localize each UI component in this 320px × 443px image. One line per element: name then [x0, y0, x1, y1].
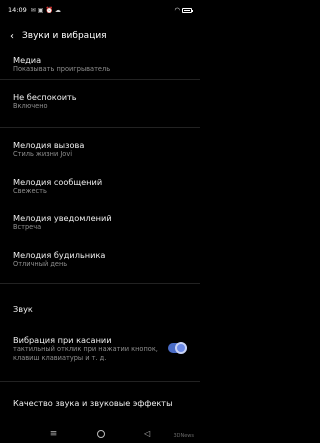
status-time: 14:09	[8, 6, 27, 14]
divider	[0, 79, 200, 80]
list-item-notification-tone[interactable]: Мелодия уведомлений Встреча	[13, 213, 193, 232]
list-item-label: Качество звука и звуковые эффекты	[13, 398, 173, 408]
menu-icon[interactable]: ≡	[50, 429, 58, 439]
page-title: Звуки и вибрация	[22, 31, 107, 41]
list-item-sub: Стиль жизни Jovi	[13, 150, 73, 158]
wifi-icon: ◠	[174, 6, 180, 14]
list-item-message-tone[interactable]: Мелодия сообщений Свежесть	[13, 177, 193, 196]
notification-icons: ✉ ▣ ⏰ ☁	[31, 7, 61, 14]
status-right: ◠	[174, 6, 193, 14]
list-item-dnd[interactable]: Не беспокоить Включено	[13, 92, 193, 111]
list-item-sound-quality[interactable]: Качество звука и звуковые эффекты	[13, 398, 193, 408]
image-icon: ▣	[37, 6, 44, 14]
back-arrow-icon[interactable]: ‹	[10, 31, 14, 42]
list-item-label: Мелодия будильника	[13, 250, 106, 260]
email-icon: ✉	[30, 6, 36, 14]
list-item-label: Вибрация при касании	[13, 335, 112, 345]
cloud-icon: ☁	[54, 6, 61, 14]
list-item-sub: Показывать проигрыватель	[13, 65, 111, 73]
section-title-sound: Звук	[13, 304, 33, 314]
alarm-icon: ⏰	[45, 6, 53, 14]
list-item-label: Медиа	[13, 55, 42, 65]
list-item-sub: тактильный отклик при нажатии кнопок, кл…	[13, 345, 158, 362]
list-item-sub: Включено	[13, 102, 48, 110]
divider	[0, 381, 200, 382]
navigation-bar: ≡ ◁	[0, 424, 200, 443]
list-item-sub: Встреча	[13, 223, 42, 231]
watermark: 3DNews	[173, 433, 194, 439]
list-item-label: Мелодия уведомлений	[13, 213, 112, 223]
list-item-label: Мелодия сообщений	[13, 177, 103, 187]
divider	[0, 127, 200, 128]
vibration-toggle[interactable]	[168, 342, 187, 354]
list-item-sub: Свежесть	[13, 187, 47, 195]
toggle-knob	[175, 342, 187, 354]
list-item-label: Мелодия вызова	[13, 140, 85, 150]
list-item-media[interactable]: Медиа Показывать проигрыватель	[13, 55, 193, 74]
header: ‹ Звуки и вибрация	[0, 26, 200, 46]
list-item-sub: Отличный день	[13, 260, 68, 268]
list-item-touch-vibration[interactable]: Вибрация при касании тактильный отклик п…	[13, 335, 193, 363]
list-item-alarm-tone[interactable]: Мелодия будильника Отличный день	[13, 250, 193, 269]
back-icon[interactable]: ◁	[144, 429, 150, 438]
list-item-label: Не беспокоить	[13, 92, 77, 102]
list-item-ringtone[interactable]: Мелодия вызова Стиль жизни Jovi	[13, 140, 193, 159]
battery-icon	[182, 7, 193, 13]
status-bar: 14:09 ✉ ▣ ⏰ ☁ ◠	[0, 0, 200, 20]
divider	[0, 283, 200, 284]
status-left: 14:09 ✉ ▣ ⏰ ☁	[8, 6, 61, 14]
home-icon[interactable]	[96, 429, 105, 438]
